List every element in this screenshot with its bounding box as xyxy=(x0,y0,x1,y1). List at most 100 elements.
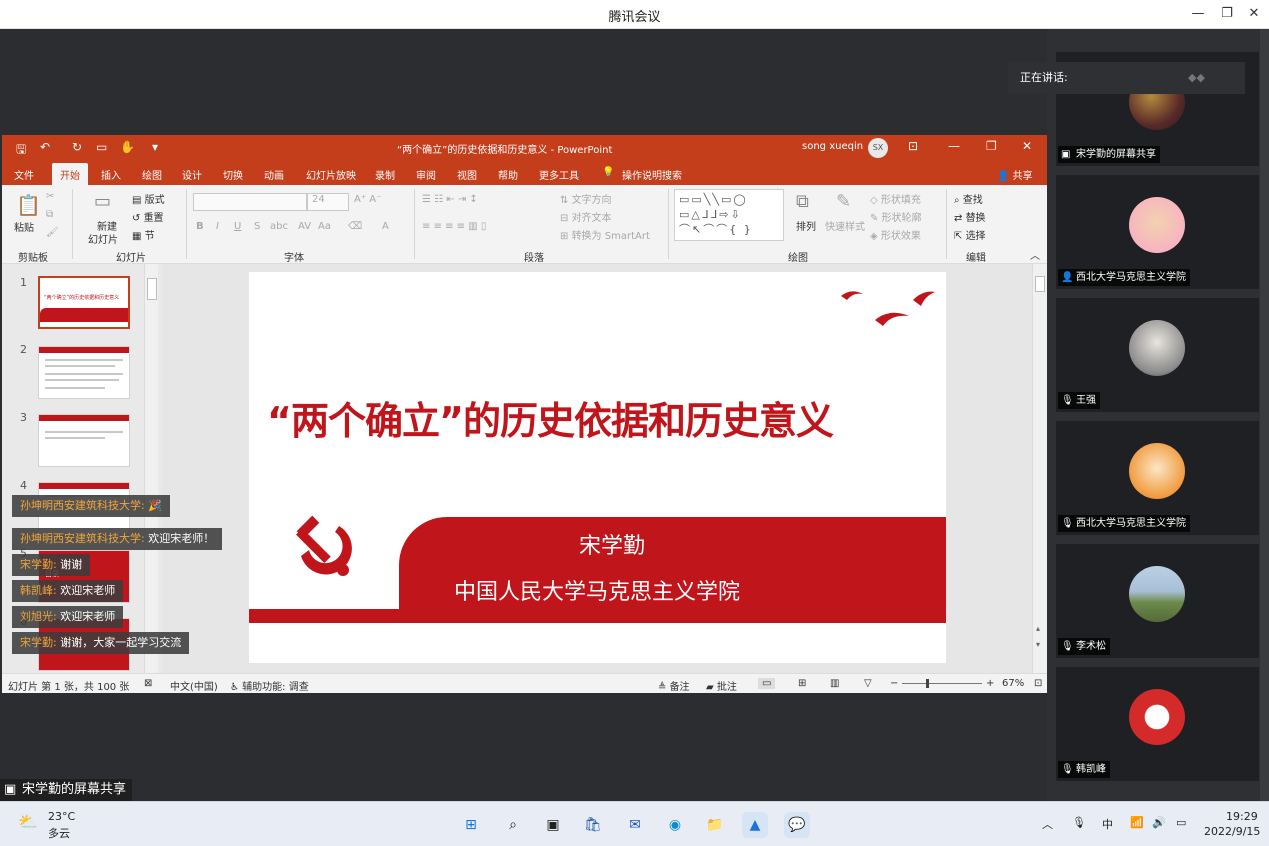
scroll-thumb[interactable] xyxy=(1035,276,1045,292)
file-explorer-icon[interactable]: 📁 xyxy=(702,812,728,838)
slide-thumbnail-3[interactable] xyxy=(38,414,130,467)
arrange-button[interactable]: 排列 xyxy=(796,218,816,233)
ribbon-display-icon[interactable]: ⊡ xyxy=(908,139,918,153)
font-size-input[interactable]: 24 xyxy=(307,193,349,211)
tell-me-search[interactable]: 操作说明搜索 xyxy=(622,167,682,182)
tab-record[interactable]: 录制 xyxy=(375,167,395,182)
microphone-icon[interactable]: 🎙 xyxy=(1072,816,1086,829)
slide-scrollbar[interactable]: ▴ ▾ xyxy=(1032,264,1047,673)
edge-icon[interactable]: ◉ xyxy=(662,812,688,838)
new-slide-label2[interactable]: 幻灯片 xyxy=(88,231,118,246)
wechat-icon[interactable]: 💬 xyxy=(784,812,810,838)
touch-mode-icon[interactable]: ✋ xyxy=(120,140,135,154)
shapes-gallery[interactable]: ▭▭╲╲▭◯ ▭△ᒧᒧ⇨⇩ ⌒↖⌒⌒{ } xyxy=(674,189,784,241)
tab-file[interactable]: 文件 xyxy=(14,167,34,182)
zoom-in-icon[interactable]: + xyxy=(986,678,994,689)
battery-icon[interactable]: ▭ xyxy=(1176,816,1186,829)
format-painter-icon[interactable]: 🖌 xyxy=(46,227,59,238)
strikethrough-button[interactable]: abc xyxy=(270,221,288,232)
mail-icon[interactable]: ✉ xyxy=(622,812,648,838)
user-avatar[interactable]: SX xyxy=(868,138,888,158)
search-icon[interactable]: ⌕ xyxy=(500,812,526,838)
tab-draw[interactable]: 绘图 xyxy=(142,167,162,182)
notes-button[interactable]: ≜ 备注 xyxy=(658,678,690,693)
sorter-view-icon[interactable]: ⊞ xyxy=(798,678,806,689)
section-button[interactable]: ▦ 节 xyxy=(132,227,155,242)
wifi-icon[interactable]: 📶 xyxy=(1130,816,1144,829)
reading-view-icon[interactable]: ▥ xyxy=(830,678,839,689)
tab-animations[interactable]: 动画 xyxy=(264,167,284,182)
italic-button[interactable]: I xyxy=(216,221,219,232)
share-button[interactable]: 👤 共享 xyxy=(997,167,1033,182)
panel-scrollbar[interactable] xyxy=(1260,29,1269,801)
volume-icon[interactable]: 🔊 xyxy=(1152,816,1166,829)
spellcheck-icon[interactable]: ⊠ xyxy=(144,678,152,689)
scroll-thumb[interactable] xyxy=(147,278,157,300)
reset-button[interactable]: ↺ 重置 xyxy=(132,209,164,224)
clock-date[interactable]: 2022/9/15 xyxy=(1204,825,1260,838)
tab-review[interactable]: 审阅 xyxy=(416,167,436,182)
text-direction-button[interactable]: ⇅ 文字方向 xyxy=(560,191,612,206)
close-button[interactable]: ✕ xyxy=(1244,4,1264,24)
quick-styles-icon[interactable]: ✎ xyxy=(836,191,851,212)
zoom-out-icon[interactable]: − xyxy=(890,678,898,689)
change-case-button[interactable]: Aa xyxy=(318,221,331,232)
clear-format-icon[interactable]: ⌫ xyxy=(348,221,362,232)
font-color-button[interactable]: A xyxy=(382,221,389,232)
char-spacing-button[interactable]: AV xyxy=(298,221,311,232)
windows-start-icon[interactable]: ⊞ xyxy=(458,812,484,838)
tab-help[interactable]: 帮助 xyxy=(498,167,518,182)
participant-tile[interactable]: 🎙 韩凯峰 xyxy=(1056,667,1259,781)
shape-effects-button[interactable]: ◈ 形状效果 xyxy=(870,227,921,242)
weather-icon[interactable]: ⛅ xyxy=(18,812,38,831)
restore-button[interactable]: ❐ xyxy=(1217,4,1237,24)
language[interactable]: 中文(中国) xyxy=(170,678,218,693)
slideshow-view-icon[interactable]: ▽ xyxy=(864,678,872,689)
find-button[interactable]: ⌕ 查找 xyxy=(954,191,983,206)
zoom-slider-thumb[interactable] xyxy=(926,679,929,688)
clock-time[interactable]: 19:29 xyxy=(1226,810,1258,823)
undo-icon[interactable]: ↶ xyxy=(40,140,50,154)
tab-transitions[interactable]: 切换 xyxy=(223,167,243,182)
slide-thumbnail-2[interactable] xyxy=(38,346,130,399)
participant-tile[interactable]: 🎙 李术松 xyxy=(1056,544,1259,658)
fit-slide-icon[interactable]: ⊡ xyxy=(1034,678,1042,689)
tab-home[interactable]: 开始 xyxy=(52,163,88,185)
task-view-icon[interactable]: ▣ xyxy=(540,812,566,838)
shape-outline-button[interactable]: ✎ 形状轮廓 xyxy=(870,209,922,224)
bold-button[interactable]: B xyxy=(196,221,204,232)
minimize-button[interactable]: — xyxy=(1188,4,1208,24)
underline-button[interactable]: U xyxy=(234,221,241,232)
ppt-minimize-button[interactable]: — xyxy=(948,139,960,153)
select-button[interactable]: ⇱ 选择 xyxy=(954,227,986,242)
normal-view-icon[interactable]: ▭ xyxy=(758,678,776,689)
smartart-button[interactable]: ⊞ 转换为 SmartArt xyxy=(560,227,650,242)
tab-insert[interactable]: 插入 xyxy=(101,167,121,182)
participant-tile[interactable]: 🎙 西北大学马克思主义学院 xyxy=(1056,421,1259,535)
accessibility-status[interactable]: ♿ 辅助功能: 调查 xyxy=(230,678,309,693)
user-name[interactable]: song xueqin xyxy=(802,141,863,152)
participant-tile[interactable]: 👤 西北大学马克思主义学院 xyxy=(1056,175,1259,289)
paste-icon[interactable]: 📋 xyxy=(16,193,41,217)
zoom-slider[interactable] xyxy=(902,683,982,684)
tray-overflow-icon[interactable]: ︿ xyxy=(1042,816,1053,832)
prev-slide-icon[interactable]: ▴ xyxy=(1036,624,1040,633)
participant-tile[interactable]: 🎙 王强 xyxy=(1056,298,1259,412)
ime-indicator[interactable]: 中 xyxy=(1102,816,1113,832)
layout-button[interactable]: ▤ 版式 xyxy=(132,191,165,206)
next-slide-icon[interactable]: ▾ xyxy=(1036,640,1040,649)
tab-more-tools[interactable]: 更多工具 xyxy=(539,167,579,182)
arrange-icon[interactable]: ⧉ xyxy=(796,191,809,212)
cut-icon[interactable]: ✂ xyxy=(46,191,54,202)
shape-fill-button[interactable]: ◇ 形状填充 xyxy=(870,191,921,206)
tab-view[interactable]: 视图 xyxy=(457,167,477,182)
store-icon[interactable]: 🛍 xyxy=(580,812,606,838)
bullets-icon[interactable]: ☰ ☷ ⇤ ⇥ ↕ xyxy=(422,194,478,205)
save-icon[interactable]: 🖫 xyxy=(16,140,26,161)
temperature[interactable]: 23°C xyxy=(48,810,75,823)
customize-qat-icon[interactable]: ▾ xyxy=(152,140,158,154)
tab-slideshow[interactable]: 幻灯片放映 xyxy=(306,167,356,182)
shadow-button[interactable]: S xyxy=(254,221,260,232)
zoom-level[interactable]: 67% xyxy=(1002,678,1024,689)
presenter-icon[interactable]: ▭ xyxy=(96,140,107,154)
